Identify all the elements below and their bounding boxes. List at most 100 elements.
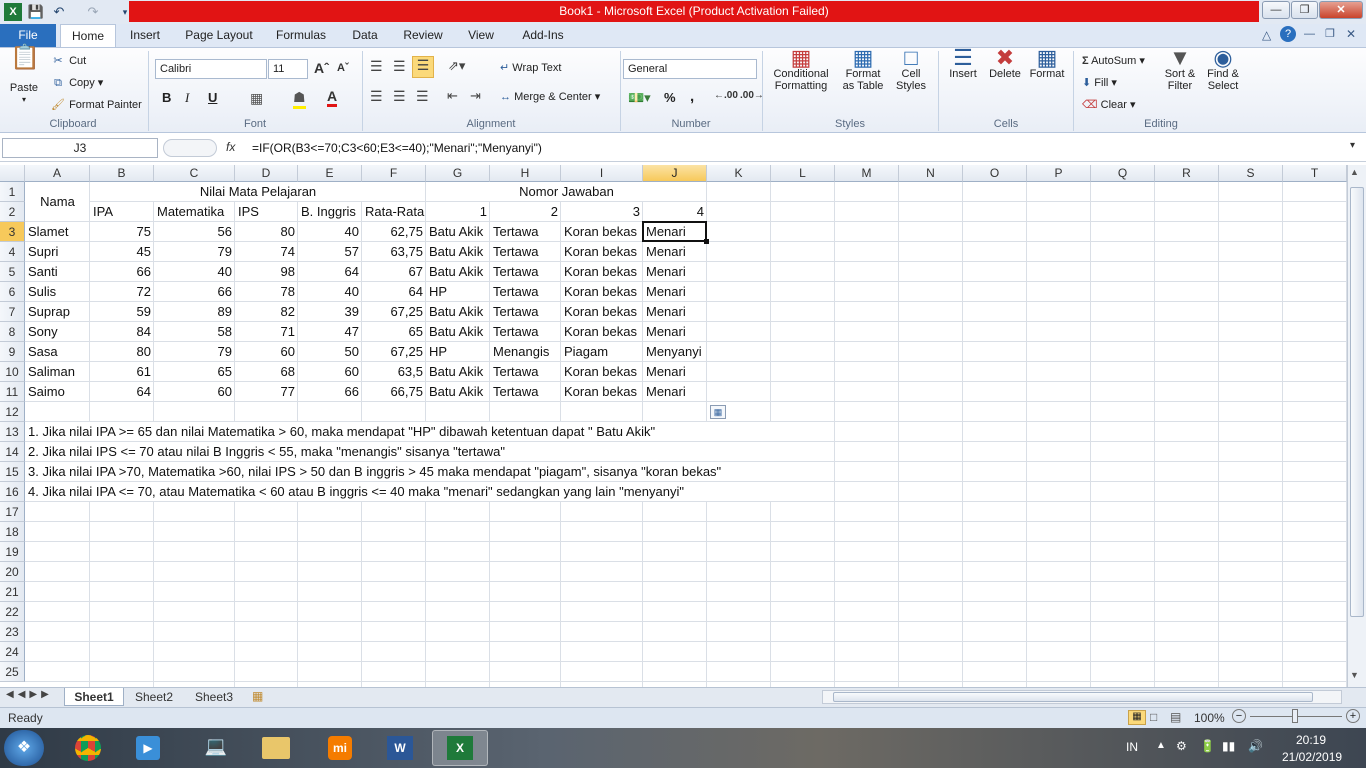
excel-taskbar-button[interactable]: X bbox=[432, 730, 488, 766]
table-cell[interactable]: Koran bekas bbox=[561, 302, 643, 322]
column-header-i[interactable]: I bbox=[561, 165, 643, 182]
cell-styles-button[interactable]: □ Cell Styles bbox=[890, 47, 932, 93]
table-cell[interactable]: Tertawa bbox=[490, 282, 561, 302]
cut-button[interactable]: ✂ Cut bbox=[50, 54, 86, 67]
table-cell[interactable]: 60 bbox=[298, 362, 362, 382]
fill-handle[interactable] bbox=[704, 239, 709, 244]
align-left-icon[interactable]: ☰ bbox=[370, 88, 383, 105]
decrease-indent-icon[interactable]: ⇤ bbox=[447, 88, 458, 104]
column-header-c[interactable]: C bbox=[154, 165, 235, 182]
table-cell[interactable]: Batu Akik bbox=[426, 302, 490, 322]
align-middle-icon[interactable]: ☰ bbox=[393, 58, 406, 75]
mi-taskbar-button[interactable]: mi bbox=[312, 730, 368, 766]
note-text[interactable]: 1. Jika nilai IPA >= 65 dan nilai Matema… bbox=[25, 422, 835, 442]
autosum-button[interactable]: Σ AutoSum ▾ bbox=[1082, 54, 1145, 67]
font-color-icon[interactable]: A bbox=[327, 88, 338, 107]
row-header-9[interactable]: 9 bbox=[0, 342, 25, 362]
table-cell[interactable]: 59 bbox=[90, 302, 154, 322]
expand-formula-bar-icon[interactable]: ▾ bbox=[1350, 140, 1355, 151]
table-cell[interactable]: Supri bbox=[25, 242, 90, 262]
workbook-close-icon[interactable]: ✕ bbox=[1346, 27, 1356, 41]
clock-date[interactable]: 21/02/2019 bbox=[1282, 750, 1342, 764]
tab-view[interactable]: View bbox=[458, 24, 504, 47]
table-cell[interactable]: 50 bbox=[298, 342, 362, 362]
align-center-icon[interactable]: ☰ bbox=[393, 88, 406, 105]
table-cell[interactable]: Santi bbox=[25, 262, 90, 282]
vertical-scrollbar[interactable]: ▲ ▼ bbox=[1347, 165, 1366, 687]
table-cell[interactable]: 60 bbox=[154, 382, 235, 402]
italic-button[interactable]: I bbox=[185, 90, 189, 106]
table-cell[interactable]: Menari bbox=[643, 362, 707, 382]
table-cell[interactable]: Suprap bbox=[25, 302, 90, 322]
row-header-18[interactable]: 18 bbox=[0, 522, 25, 542]
table-cell[interactable]: Menari bbox=[643, 262, 707, 282]
word-taskbar-button[interactable]: W bbox=[372, 730, 428, 766]
column-header-j[interactable]: J bbox=[643, 165, 707, 182]
table-cell[interactable]: HP bbox=[426, 282, 490, 302]
table-cell[interactable]: Tertawa bbox=[490, 362, 561, 382]
row-header-5[interactable]: 5 bbox=[0, 262, 25, 282]
column-header-t[interactable]: T bbox=[1283, 165, 1347, 182]
zoom-out-icon[interactable]: − bbox=[1232, 709, 1246, 723]
table-cell[interactable]: 80 bbox=[235, 222, 298, 242]
table-cell[interactable]: HP bbox=[426, 342, 490, 362]
table-cell[interactable]: 39 bbox=[298, 302, 362, 322]
tray-app-icon[interactable]: ⚙ bbox=[1176, 739, 1187, 753]
row-header-2[interactable]: 2 bbox=[0, 202, 25, 222]
table-cell[interactable]: Koran bekas bbox=[561, 222, 643, 242]
horizontal-scrollbar[interactable] bbox=[822, 690, 1342, 704]
increase-decimal-icon[interactable]: ←.00 bbox=[714, 90, 738, 101]
column-header-k[interactable]: K bbox=[707, 165, 771, 182]
row-header-11[interactable]: 11 bbox=[0, 382, 25, 402]
system-taskbar-button[interactable]: 💻 bbox=[188, 730, 244, 766]
table-cell[interactable]: 64 bbox=[90, 382, 154, 402]
merge-center-button[interactable]: ↔ Merge & Center ▾ bbox=[500, 90, 600, 103]
row-header-3[interactable]: 3 bbox=[0, 222, 25, 242]
table-cell[interactable]: 67 bbox=[362, 262, 426, 282]
media-player-taskbar-button[interactable]: ▶ bbox=[120, 730, 176, 766]
table-cell[interactable]: Tertawa bbox=[490, 302, 561, 322]
row-header-4[interactable]: 4 bbox=[0, 242, 25, 262]
table-cell[interactable]: 62,75 bbox=[362, 222, 426, 242]
worksheet-grid[interactable]: A B C D E F G H I J K L M N O P Q R S T 1 2 3 4 5 6 7 8 9 10 11 12 13 14 1… bbox=[0, 165, 1347, 687]
table-cell[interactable]: 40 bbox=[154, 262, 235, 282]
row-header-20[interactable]: 20 bbox=[0, 562, 25, 582]
column-header-g[interactable]: G bbox=[426, 165, 490, 182]
row-header-25[interactable]: 25 bbox=[0, 662, 25, 682]
conditional-formatting-button[interactable]: ▦ Conditional Formatting bbox=[768, 47, 834, 93]
note-text[interactable]: 2. Jika nilai IPS <= 70 atau nilai B Ing… bbox=[25, 442, 835, 462]
subheader-matematika[interactable]: Matematika bbox=[154, 202, 235, 222]
copy-button[interactable]: ⧉ Copy ▾ bbox=[50, 76, 103, 90]
align-top-icon[interactable]: ☰ bbox=[370, 58, 383, 75]
table-cell[interactable]: Batu Akik bbox=[426, 242, 490, 262]
table-cell[interactable]: Menari bbox=[643, 242, 707, 262]
header-nama[interactable]: Nama bbox=[25, 182, 90, 222]
insert-cells-button[interactable]: ☰ Insert bbox=[943, 47, 983, 81]
underline-button[interactable]: U bbox=[208, 90, 217, 105]
table-cell[interactable]: 47 bbox=[298, 322, 362, 342]
column-header-m[interactable]: M bbox=[835, 165, 899, 182]
table-cell[interactable]: 63,5 bbox=[362, 362, 426, 382]
row-header-6[interactable]: 6 bbox=[0, 282, 25, 302]
sort-filter-button[interactable]: ▼ Sort & Filter bbox=[1160, 47, 1200, 93]
tray-expand-icon[interactable]: ▲ bbox=[1156, 740, 1166, 751]
tab-formulas[interactable]: Formulas bbox=[268, 24, 334, 47]
save-icon[interactable]: 💾 bbox=[27, 3, 45, 21]
table-cell[interactable]: 75 bbox=[90, 222, 154, 242]
table-cell[interactable]: 61 bbox=[90, 362, 154, 382]
percent-button[interactable]: % bbox=[664, 90, 676, 105]
row-header-13[interactable]: 13 bbox=[0, 422, 25, 442]
table-cell[interactable]: Tertawa bbox=[490, 242, 561, 262]
subheader-rata-rata[interactable]: Rata-Rata bbox=[362, 202, 426, 222]
power-icon[interactable]: 🔋 bbox=[1200, 739, 1215, 753]
signal-icon[interactable]: ▮▮ bbox=[1222, 739, 1235, 753]
table-cell[interactable]: 82 bbox=[235, 302, 298, 322]
table-cell[interactable]: 77 bbox=[235, 382, 298, 402]
table-cell[interactable]: Menari bbox=[643, 302, 707, 322]
language-indicator[interactable]: IN bbox=[1126, 740, 1138, 754]
format-painter-button[interactable]: 🖌 Format Painter bbox=[50, 98, 142, 111]
table-cell[interactable]: 66 bbox=[154, 282, 235, 302]
row-header-24[interactable]: 24 bbox=[0, 642, 25, 662]
column-header-f[interactable]: F bbox=[362, 165, 426, 182]
select-all-corner[interactable] bbox=[0, 165, 25, 182]
